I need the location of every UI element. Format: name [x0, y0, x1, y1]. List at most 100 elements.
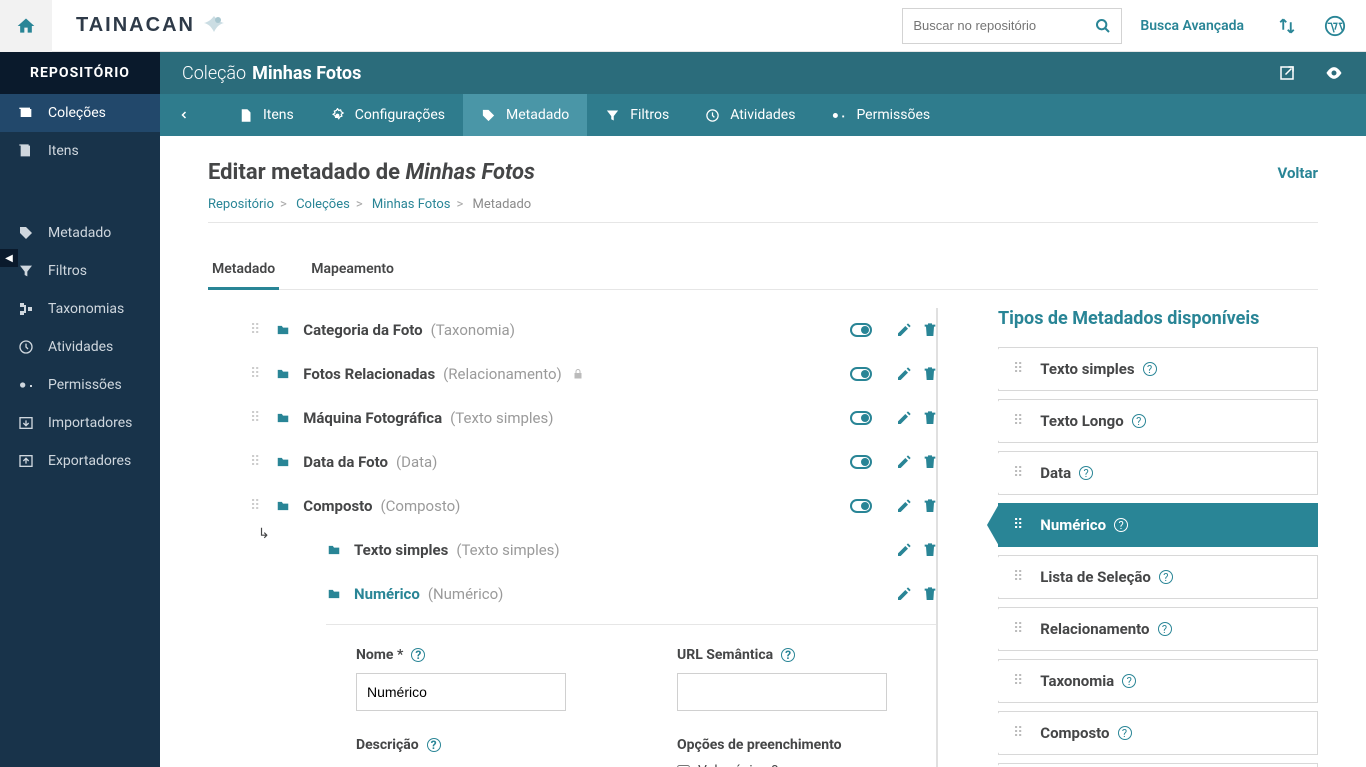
type-item[interactable]: ⠿Taxonomia? — [998, 659, 1318, 703]
help-icon[interactable]: ? — [1132, 414, 1146, 428]
tab-mapping[interactable]: Mapeamento — [307, 251, 398, 289]
metadata-row[interactable]: ⠿ Categoria da Foto (Taxonomia) — [250, 308, 938, 352]
drag-handle-icon[interactable]: ⠿ — [250, 322, 261, 338]
metadata-child-row[interactable]: Texto simples (Texto simples) — [326, 528, 938, 572]
subnav-permissions[interactable]: Permissões — [813, 94, 948, 136]
help-icon[interactable]: ? — [427, 738, 441, 752]
delete-icon[interactable] — [922, 454, 938, 470]
drag-handle-icon[interactable]: ⠿ — [1013, 361, 1024, 377]
type-item[interactable]: ⠿Numérico? — [998, 503, 1318, 547]
logo[interactable]: tainacan — [76, 14, 227, 38]
subnav-activities[interactable]: Atividades — [687, 94, 813, 136]
sidebar-item-exporters[interactable]: Exportadores — [0, 442, 160, 480]
type-item[interactable]: ⠿Relacionamento? — [998, 607, 1318, 651]
type-item[interactable]: ⠿Composto? — [998, 711, 1318, 755]
sidebar-item-filters[interactable]: Filtros — [0, 252, 160, 290]
sidebar-item-label: Taxonomias — [48, 301, 124, 317]
type-item[interactable]: ⠿Texto Longo? — [998, 399, 1318, 443]
back-arrow[interactable] — [178, 106, 190, 124]
sidebar-item-permissions[interactable]: Permissões — [0, 366, 160, 404]
external-link-icon[interactable] — [1278, 64, 1296, 82]
type-item[interactable]: ⠿Usuário? — [998, 763, 1318, 767]
help-icon[interactable]: ? — [781, 648, 795, 662]
metadata-child-row[interactable]: Numérico (Numérico) — [326, 572, 938, 616]
sidebar-item-items[interactable]: Itens — [0, 132, 160, 170]
help-icon[interactable]: ? — [1143, 362, 1157, 376]
edit-icon[interactable] — [896, 542, 912, 558]
metadata-row[interactable]: ⠿ Composto (Composto) — [250, 484, 938, 528]
edit-icon[interactable] — [896, 586, 912, 602]
edit-icon[interactable] — [896, 322, 912, 338]
name-input[interactable] — [356, 673, 566, 711]
child-indent-icon: ↳ — [258, 526, 270, 542]
drag-handle-icon[interactable]: ⠿ — [1013, 673, 1024, 689]
sidebar-item-importers[interactable]: Importadores — [0, 404, 160, 442]
breadcrumb-repo[interactable]: Repositório — [208, 197, 274, 212]
collapse-handle[interactable]: ◀ — [0, 249, 18, 267]
metadata-type: (Numérico) — [428, 585, 504, 603]
drag-handle-icon[interactable]: ⠿ — [250, 498, 261, 514]
help-icon[interactable]: ? — [1159, 570, 1173, 584]
sidebar-item-taxonomies[interactable]: Taxonomias — [0, 290, 160, 328]
home-icon — [16, 16, 36, 36]
drag-handle-icon[interactable]: ⠿ — [250, 366, 261, 382]
metadata-row[interactable]: ⠿ Fotos Relacionadas (Relacionamento) — [250, 352, 938, 396]
advanced-search-link[interactable]: Busca Avançada — [1140, 18, 1244, 34]
home-button[interactable] — [0, 0, 52, 52]
toggle-switch[interactable] — [850, 323, 872, 337]
help-icon[interactable]: ? — [411, 648, 425, 662]
toggle-switch[interactable] — [850, 499, 872, 513]
search-icon[interactable] — [1095, 18, 1111, 34]
sidebar-item-metadata[interactable]: Metadado — [0, 214, 160, 252]
help-icon[interactable]: ? — [1122, 674, 1136, 688]
delete-icon[interactable] — [922, 366, 938, 382]
subnav-filters[interactable]: Filtros — [587, 94, 687, 136]
help-icon[interactable]: ? — [1158, 622, 1172, 636]
delete-icon[interactable] — [922, 410, 938, 426]
metadata-row[interactable]: ⠿ Data da Foto (Data) — [250, 440, 938, 484]
drag-handle-icon[interactable]: ⠿ — [1013, 725, 1024, 741]
delete-icon[interactable] — [922, 322, 938, 338]
delete-icon[interactable] — [922, 586, 938, 602]
help-icon[interactable]: ? — [1079, 466, 1093, 480]
drag-handle-icon[interactable]: ⠿ — [1013, 465, 1024, 481]
toggle-switch[interactable] — [850, 455, 872, 469]
drag-handle-icon[interactable]: ⠿ — [250, 454, 261, 470]
edit-icon[interactable] — [896, 410, 912, 426]
drag-handle-icon[interactable]: ⠿ — [250, 410, 261, 426]
subnav-metadata[interactable]: Metadado — [463, 94, 587, 136]
metadata-row[interactable]: ⠿ Máquina Fotográfica (Texto simples) — [250, 396, 938, 440]
back-link[interactable]: Voltar — [1278, 164, 1319, 182]
drag-handle-icon[interactable]: ⠿ — [1013, 413, 1024, 429]
sidebar-item-collections[interactable]: Coleções — [0, 94, 160, 132]
breadcrumb-collections[interactable]: Coleções — [296, 197, 350, 212]
breadcrumb-collection[interactable]: Minhas Fotos — [372, 197, 451, 212]
drag-handle-icon[interactable]: ⠿ — [1013, 517, 1024, 533]
wordpress-icon[interactable] — [1324, 15, 1346, 37]
help-icon[interactable]: ? — [1118, 726, 1132, 740]
sidebar-item-activities[interactable]: Atividades — [0, 328, 160, 366]
toggle-switch[interactable] — [850, 367, 872, 381]
unique-value-checkbox[interactable]: Valor único ? — [677, 763, 938, 767]
help-icon[interactable]: ? — [1114, 518, 1128, 532]
toggle-switch[interactable] — [850, 411, 872, 425]
eye-icon[interactable] — [1324, 63, 1344, 83]
subnav-settings[interactable]: Configurações — [312, 94, 463, 136]
tab-metadata[interactable]: Metadado — [208, 251, 279, 290]
delete-icon[interactable] — [922, 542, 938, 558]
type-item[interactable]: ⠿Data? — [998, 451, 1318, 495]
drag-handle-icon[interactable]: ⠿ — [1013, 621, 1024, 637]
delete-icon[interactable] — [922, 498, 938, 514]
url-input[interactable] — [677, 673, 887, 711]
swap-icon[interactable] — [1278, 17, 1296, 35]
edit-icon[interactable] — [896, 454, 912, 470]
drag-handle-icon[interactable]: ⠿ — [1013, 569, 1024, 585]
edit-icon[interactable] — [896, 366, 912, 382]
type-item[interactable]: ⠿Texto simples? — [998, 347, 1318, 391]
search-input[interactable] — [913, 18, 1095, 33]
type-item[interactable]: ⠿Lista de Seleção? — [998, 555, 1318, 599]
edit-icon[interactable] — [896, 498, 912, 514]
help-icon[interactable]: ? — [771, 763, 778, 767]
subnav-items[interactable]: Itens — [220, 94, 312, 136]
metadata-type: (Taxonomia) — [431, 321, 515, 339]
